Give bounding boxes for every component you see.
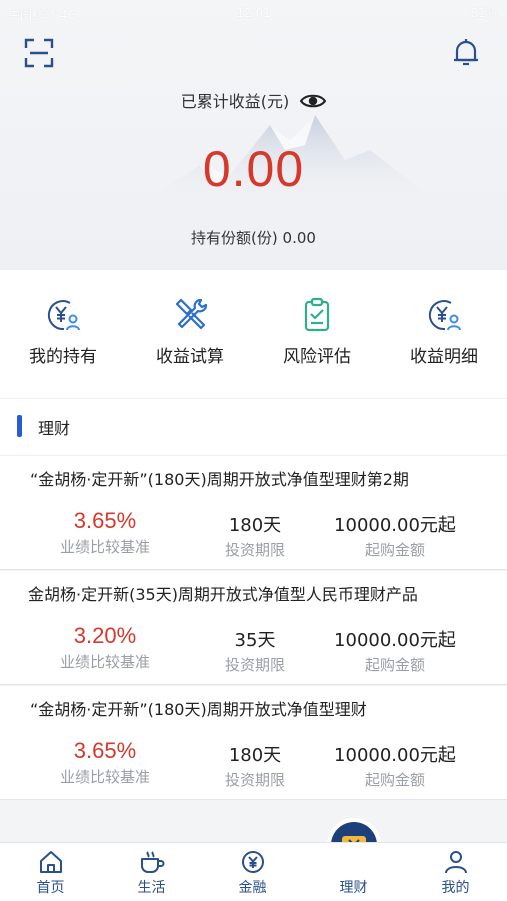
product-title: “金胡杨·定开新”(180天)周期开放式净值型理财 [30,700,367,719]
quick-action-label: 风险评估 [283,347,351,367]
quick-action-label: 我的持有 [29,347,97,367]
tab-life[interactable]: 生活 [101,843,202,901]
product-min-amount: 10000.00元起 起购金额 [315,623,475,675]
tab-label: 生活 [137,880,166,896]
scan-icon[interactable] [24,38,54,68]
rate-value: 3.20% [73,623,137,648]
min-amount-value: 10000.00元起 [334,630,456,651]
clipboard-check-icon [304,297,330,332]
tab-label: 首页 [36,880,65,896]
quick-action-label: 收益试算 [156,347,224,367]
product-title: “金胡杨·定开新”(180天)周期开放式净值型理财第2期 [30,470,409,489]
share-value: 0.00 [282,229,316,247]
product-rate: 3.65% 业绩比较基准 [40,738,170,787]
quick-action-earnings-detail[interactable]: 收益明细 [381,296,507,367]
quick-action-label: 收益明细 [410,347,478,367]
tab-me[interactable]: 我的 [405,843,506,901]
bell-icon[interactable] [451,36,481,68]
term-value: 180天 [228,515,282,536]
earnings-header: 中国移动 4G 12:01 81% 已累计收益(元) 0.00 持有份额(份) … [0,0,507,270]
tab-spacer [341,849,367,875]
product-title: 金胡杨·定开新(35天)周期开放式净值型人民币理财产品 [28,585,418,604]
min-amount-value: 10000.00元起 [334,515,456,536]
status-bar: 中国移动 4G 12:01 81% [0,4,507,24]
tab-finance[interactable]: 金融 [202,843,303,901]
product-card[interactable]: 金胡杨·定开新(35天)周期开放式净值型人民币理财产品 3.20% 业绩比较基准… [0,571,507,685]
term-label: 投资期限 [224,541,285,559]
clock-label: 12:01 [236,6,271,20]
tab-wealth[interactable]: 理财 [303,843,404,901]
quick-action-my-holdings[interactable]: 我的持有 [0,296,126,367]
min-amount-label: 起购金额 [364,656,425,674]
product-min-amount: 10000.00元起 起购金额 [315,508,475,560]
person-icon [444,851,467,874]
product-card[interactable]: “金胡杨·定开新”(180天)周期开放式净值型理财 3.65% 业绩比较基准 1… [0,686,507,800]
section-header: 理财 [0,399,507,456]
tab-home[interactable]: 首页 [0,843,101,901]
tab-label: 我的 [441,880,470,896]
cumulative-earnings-label: 已累计收益(元) [0,88,507,112]
bottom-tab-bar: 首页 生活 金融 理财 我的 [0,842,507,901]
battery-label: 81% [470,6,497,20]
tab-label: 理财 [339,880,368,896]
min-amount-value: 10000.00元起 [334,745,456,766]
yuan-user-icon [47,300,80,331]
product-rate: 3.20% 业绩比较基准 [40,623,170,672]
rate-value: 3.65% [73,508,137,533]
rate-value: 3.65% [73,738,137,763]
product-min-amount: 10000.00元起 起购金额 [315,738,475,790]
product-term: 180天 投资期限 [190,738,320,790]
tab-label: 金融 [238,880,267,896]
min-amount-label: 起购金额 [364,771,425,789]
tools-icon [175,298,208,330]
min-amount-label: 起购金额 [364,541,425,559]
share-label: 持有份额(份) [191,229,278,247]
cumulative-earnings-value: 0.00 [202,141,305,197]
term-label: 投资期限 [224,771,285,789]
yuan-coin-icon [241,851,264,873]
product-term: 180天 投资期限 [190,508,320,560]
coffee-cup-icon [140,851,164,873]
term-value: 180天 [228,745,282,766]
term-value: 35天 [234,630,276,651]
product-card[interactable]: “金胡杨·定开新”(180天)周期开放式净值型理财第2期 3.65% 业绩比较基… [0,456,507,570]
quick-actions: 我的持有 收益试算 风险评估 收益明细 [0,270,507,399]
product-rate: 3.65% 业绩比较基准 [40,508,170,557]
quick-action-risk-assessment[interactable]: 风险评估 [254,296,380,367]
term-label: 投资期限 [224,656,285,674]
quick-action-earnings-calc[interactable]: 收益试算 [127,296,253,367]
rate-label: 业绩比较基准 [59,538,150,556]
product-term: 35天 投资期限 [190,623,320,675]
rate-label: 业绩比较基准 [59,653,150,671]
eye-icon[interactable] [300,93,327,109]
home-icon [39,851,62,873]
yuan-user-icon [428,300,461,331]
cumulative-label-text: 已累计收益(元) [180,92,290,111]
share-line: 持有份额(份) 0.00 [0,227,507,248]
section-accent-bar [17,415,22,437]
section-title: 理财 [38,419,71,438]
rate-label: 业绩比较基准 [59,768,150,786]
